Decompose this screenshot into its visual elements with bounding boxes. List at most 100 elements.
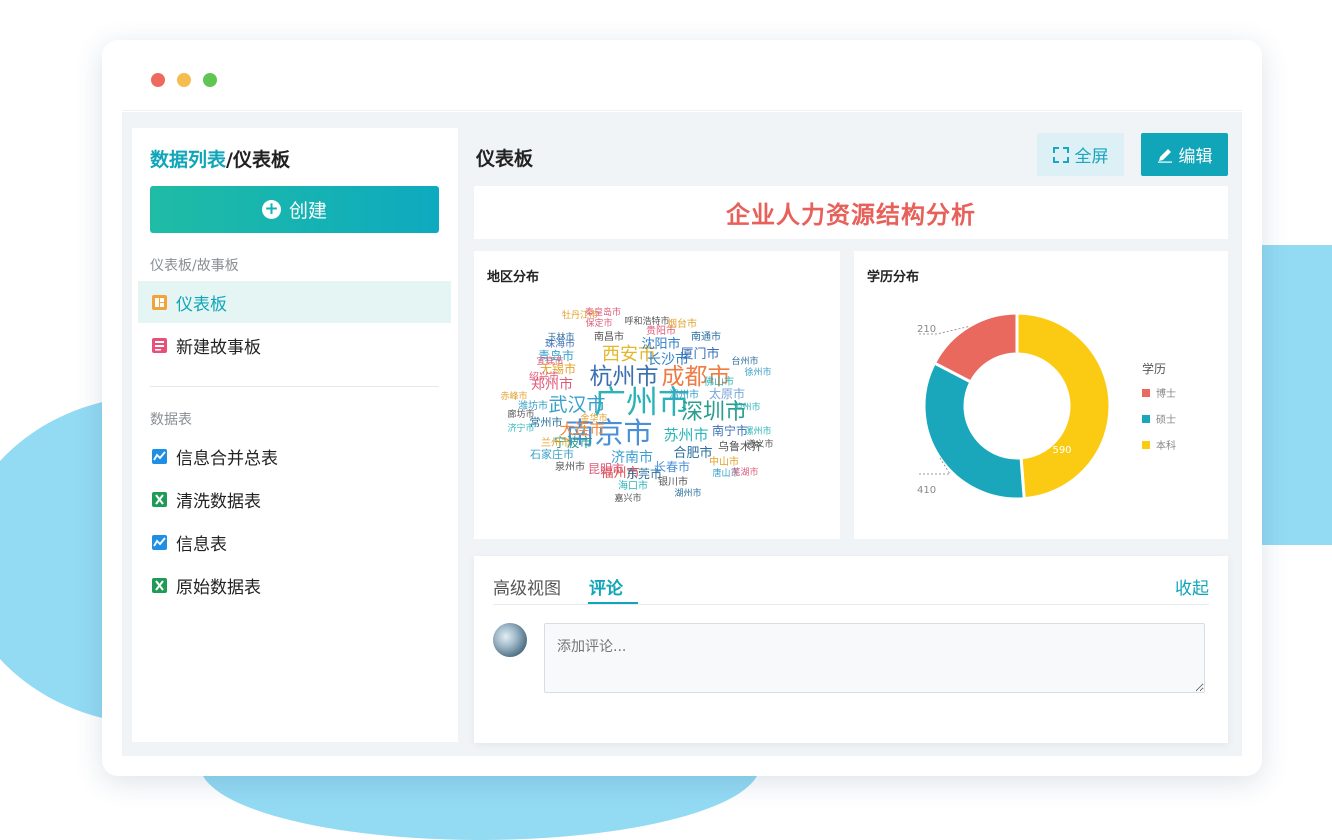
wordcloud-word: 绍兴市 (529, 370, 559, 383)
wordcloud-word: 玉林市 (547, 331, 574, 343)
fullscreen-button-label: 全屏 (1074, 147, 1109, 167)
wordcloud-word: 东莞市 (626, 466, 662, 481)
fullscreen-button[interactable]: 全屏 (1037, 133, 1124, 176)
wordcloud-word: 宜宾市 (536, 355, 563, 367)
donut-data-label: 210 (917, 324, 936, 335)
donut-data-label: 410 (917, 485, 936, 496)
plus-circle-icon: + (261, 200, 281, 219)
wordcloud-word: 苏州市 (663, 426, 708, 444)
section-tables-label: 数据表 (150, 412, 192, 428)
wordcloud-word: 牡丹江市 (562, 309, 598, 321)
wordcloud-word: 呼和浩特市 (624, 315, 669, 327)
education-donut-chart: 210 410 590 学历博士硕士本科 (917, 311, 1176, 501)
region-word-cloud: 广州市南京市杭州市 成都市深圳市武汉市西安市大连市 苏州市长沙市郑州市济南市福州市合… (500, 306, 773, 504)
comments-panel: 高级视图 评论 收起 (474, 556, 1228, 743)
legend-swatch (1142, 389, 1150, 397)
breadcrumb-current: /仪表板 (226, 149, 290, 171)
wordcloud-word: 嘉兴市 (614, 492, 641, 504)
sidebar-item-label: 新建故事板 (176, 337, 261, 358)
wordcloud-word: 漯州市 (744, 425, 771, 437)
titlebar-divider (122, 110, 1242, 111)
legend-swatch (1142, 415, 1150, 423)
legend-label[interactable]: 本科 (1156, 439, 1176, 452)
wordcloud-word: 厦门市 (680, 346, 719, 362)
sidebar-item-label: 信息表 (176, 534, 227, 555)
sidebar-item-label: 原始数据表 (176, 577, 261, 598)
wordcloud-word: 沈阳市 (641, 336, 680, 352)
region-distribution-card: 地区分布 广州市 南京市 杭州市 成都市 深圳市 武汉市 西安市 大连市 苏州市 长沙市 郑州市 济南… (474, 251, 840, 539)
breadcrumb: 数据列表/仪表板 (150, 145, 290, 172)
sidebar-item-merged-info-table[interactable]: 信息合并总表 (138, 435, 451, 477)
app-body: 数据列表/仪表板 + 创建 仪表板/故事板 仪表板 新建故事板 数据表 信息合并… (122, 112, 1242, 756)
dashboard-icon (152, 294, 167, 310)
wordcloud-word: 海口市 (618, 479, 648, 492)
wordcloud-word: 泉州市 (555, 460, 585, 473)
sidebar-item-label: 清洗数据表 (176, 491, 261, 512)
legend-swatch (1142, 441, 1150, 449)
edit-button[interactable]: 编辑 (1141, 133, 1228, 176)
wordcloud-word: 芜湖市 (731, 466, 758, 478)
donut-slice-硕士[interactable] (922, 361, 1026, 501)
wordcloud-word: 遵义市 (746, 438, 773, 450)
create-button-label: 创建 (288, 200, 327, 222)
wordcloud-word: 武汉市 (548, 394, 605, 416)
create-button[interactable]: + 创建 (150, 186, 439, 233)
wordcloud-word: 银川市 (658, 475, 688, 488)
wordcloud-word: 湖州市 (674, 487, 701, 499)
wordcloud-word: 南昌市 (594, 330, 624, 343)
wordcloud-word: 台州市 (731, 355, 758, 367)
sidebar-item-new-storyboard[interactable]: 新建故事板 (138, 324, 451, 366)
excel-icon (152, 577, 167, 593)
sidebar-item-cleaned-data-table[interactable]: 清洗数据表 (138, 478, 451, 520)
edit-button-label: 编辑 (1178, 147, 1213, 167)
collapse-button[interactable]: 收起 (1175, 574, 1209, 599)
donut-slice-本科[interactable] (1015, 311, 1112, 501)
education-distribution-card: 学历分布 210 410 590 学历 博士 硕士 本科 (854, 251, 1228, 539)
app-window: 数据列表/仪表板 + 创建 仪表板/故事板 仪表板 新建故事板 数据表 信息合并… (102, 40, 1262, 776)
page-title: 仪表板 (476, 148, 534, 170)
sidebar-item-info-table[interactable]: 信息表 (138, 521, 451, 563)
close-window-dot[interactable] (151, 73, 165, 87)
sidebar-item-dashboard[interactable]: 仪表板 (138, 281, 451, 323)
wordcloud-word: 昆明市 (588, 461, 624, 476)
wordcloud-word: 烟台市 (667, 317, 697, 330)
wordcloud-word: 泸州市 (733, 401, 760, 413)
wordcloud-word: 兰州市 (541, 436, 571, 449)
sidebar-divider (150, 386, 439, 387)
active-tab-indicator (588, 602, 638, 604)
legend-title: 学历 (1142, 361, 1166, 376)
sidebar: 数据列表/仪表板 + 创建 仪表板/故事板 仪表板 新建故事板 数据表 信息合并… (132, 128, 458, 742)
excel-icon (152, 491, 167, 507)
wordcloud-word: 赤峰市 (500, 390, 527, 402)
wordcloud-word: 温州市 (669, 388, 699, 401)
wordcloud-word: 济宁市 (507, 422, 534, 434)
wordcloud-word: 石家庄市 (530, 447, 574, 461)
storyboard-icon (152, 337, 167, 353)
pencil-icon (1157, 148, 1172, 163)
wordcloud-word: 徐州市 (744, 366, 771, 378)
wordcloud-word: 金华市 (580, 412, 607, 424)
avatar (493, 623, 527, 657)
sidebar-item-raw-data-table[interactable]: 原始数据表 (138, 564, 451, 606)
wordcloud-word: 廊坊市 (507, 408, 534, 420)
wordcloud-word: 南宁市 (712, 423, 748, 438)
line-chart-icon (152, 534, 167, 550)
breadcrumb-link-data-list[interactable]: 数据列表 (150, 149, 226, 171)
legend-label[interactable]: 硕士 (1156, 413, 1176, 426)
maximize-window-dot[interactable] (203, 73, 217, 87)
minimize-window-dot[interactable] (177, 73, 191, 87)
sidebar-item-label: 信息合并总表 (176, 448, 278, 469)
line-chart-icon (152, 448, 167, 464)
wordcloud-word: 太原市 (709, 386, 745, 401)
tab-comments[interactable]: 评论 (589, 574, 623, 599)
wordcloud-word: 佛山市 (704, 375, 734, 388)
wordcloud-word: 南通市 (691, 330, 721, 343)
sidebar-item-label: 仪表板 (176, 294, 227, 315)
wordcloud-word: 合肥市 (673, 445, 712, 461)
tab-advanced-view[interactable]: 高级视图 (493, 574, 561, 599)
dashboard-banner-title: 企业人力资源结构分析 (474, 186, 1228, 239)
main-panel: 仪表板 全屏 编辑 企业人力资源结构分析 地区分布 广州市 南京市 杭州市 成都市 深圳… (474, 112, 1228, 756)
comment-input[interactable] (544, 623, 1205, 693)
section-dashboards-label: 仪表板/故事板 (150, 258, 239, 274)
legend-label[interactable]: 博士 (1156, 387, 1176, 400)
